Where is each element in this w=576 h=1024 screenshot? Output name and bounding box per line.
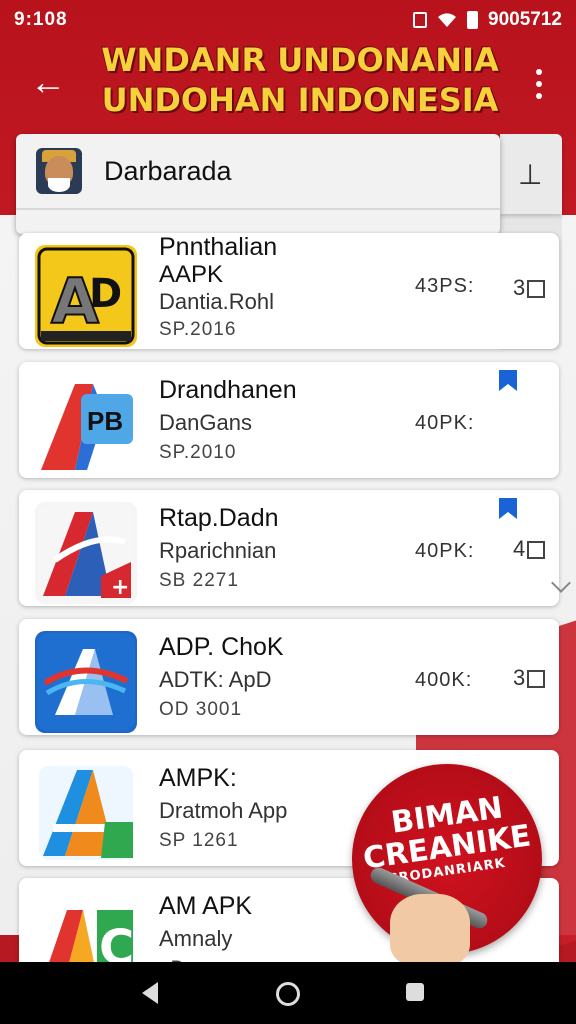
- bookmark-icon[interactable]: [499, 370, 517, 391]
- list-item[interactable]: ADP. ChoK ADTK: ApD OD 3001 400K: 3: [19, 619, 559, 735]
- status-icons: 9005712: [413, 9, 562, 31]
- page-title: WNDANR UNDONANIA UNDOHAN INDONESIA: [100, 40, 500, 120]
- status-bar: 9:108 9005712: [0, 0, 576, 40]
- app-date: SP.2010: [159, 442, 237, 463]
- app-icon: PB: [35, 374, 137, 476]
- app-check-label: 3: [513, 275, 526, 300]
- app-subtitle: Rparichnian: [159, 538, 277, 563]
- app-name: Drandhanen: [159, 376, 297, 404]
- hand-illustration: [390, 894, 470, 966]
- status-right-text: 9005712: [488, 9, 562, 30]
- app-icon: A D: [35, 245, 137, 347]
- app-name: AMPK:: [159, 764, 237, 792]
- app-name: ADP. ChoK: [159, 633, 284, 661]
- divider: [16, 208, 500, 210]
- app-date: SB 2271: [159, 570, 239, 591]
- app-name: AM APK: [159, 892, 253, 920]
- more-vertical-icon-dot: [536, 93, 542, 99]
- nav-recent-icon[interactable]: [406, 983, 424, 1001]
- search-input[interactable]: Darbarada: [104, 156, 232, 187]
- app-subtitle: Amnaly: [159, 926, 233, 951]
- app-check-label: 4: [513, 536, 526, 561]
- back-button[interactable]: ←: [26, 60, 70, 104]
- sort-icon: ⊥: [518, 159, 543, 190]
- app-logo: [36, 148, 82, 194]
- sort-button[interactable]: ⊥: [500, 134, 562, 214]
- app-date: SP.2016: [159, 319, 237, 340]
- list-item[interactable]: + Rtap.Dadn Rparichnian SB 2271 40PK: 4: [19, 490, 571, 606]
- search-card[interactable]: Darbarada: [16, 134, 500, 234]
- app-name: Rtap.Dadn: [159, 504, 279, 532]
- title-line-1: WNDANR UNDONANIA: [101, 41, 499, 79]
- app-size: 400K:: [415, 669, 473, 691]
- navigation-bar: [0, 962, 576, 1024]
- app-size: 40PK:: [415, 412, 475, 434]
- app-check-label: 3: [513, 665, 526, 690]
- svg-text:+: +: [111, 575, 129, 600]
- more-vertical-icon: [536, 69, 542, 75]
- app-name-line-2: AAPK: [159, 261, 224, 288]
- svg-text:PB: PB: [87, 406, 123, 436]
- app-name: Pnnthalian: [159, 233, 278, 261]
- app-size: 40PK:: [415, 540, 475, 562]
- app-date: SP 1261: [159, 830, 239, 851]
- app-checkbox[interactable]: 4: [513, 536, 546, 562]
- app-subtitle: Dratmoh App: [159, 798, 288, 823]
- app-date: OD 3001: [159, 699, 243, 720]
- bookmark-icon[interactable]: [499, 498, 517, 519]
- promo-badge[interactable]: BIMAN CREANIKE CRODANRIARK: [339, 751, 555, 967]
- list-item[interactable]: PB Drandhanen DanGans SP.2010 40PK:: [19, 362, 559, 478]
- svg-text:D: D: [89, 271, 122, 317]
- app-subtitle: ADTK: ApD: [159, 667, 272, 692]
- arrow-left-icon: ←: [30, 61, 66, 102]
- nav-back-icon[interactable]: [142, 982, 158, 1004]
- title-line-2: UNDOHAN INDONESIA: [101, 81, 499, 119]
- status-time: 9:108: [14, 9, 68, 30]
- nav-home-icon[interactable]: [276, 982, 300, 1006]
- more-options-button[interactable]: [524, 62, 554, 106]
- app-icon: [35, 631, 137, 733]
- battery-icon: [467, 11, 479, 29]
- app-subtitle: DanGans: [159, 410, 252, 435]
- app-icon: [35, 762, 137, 864]
- app-checkbox[interactable]: 3: [513, 665, 546, 691]
- wifi-icon: [438, 13, 457, 27]
- more-vertical-icon-dot: [536, 81, 542, 87]
- app-checkbox[interactable]: 3: [513, 275, 546, 301]
- app-size: 43PS:: [415, 275, 475, 297]
- app-icon: +: [35, 502, 137, 604]
- sim-icon: [413, 12, 428, 28]
- app-subtitle: Dantia.Rohl: [159, 289, 274, 314]
- list-item[interactable]: A D Pnnthalian AAPK Dantia.Rohl SP.2016 …: [19, 233, 559, 349]
